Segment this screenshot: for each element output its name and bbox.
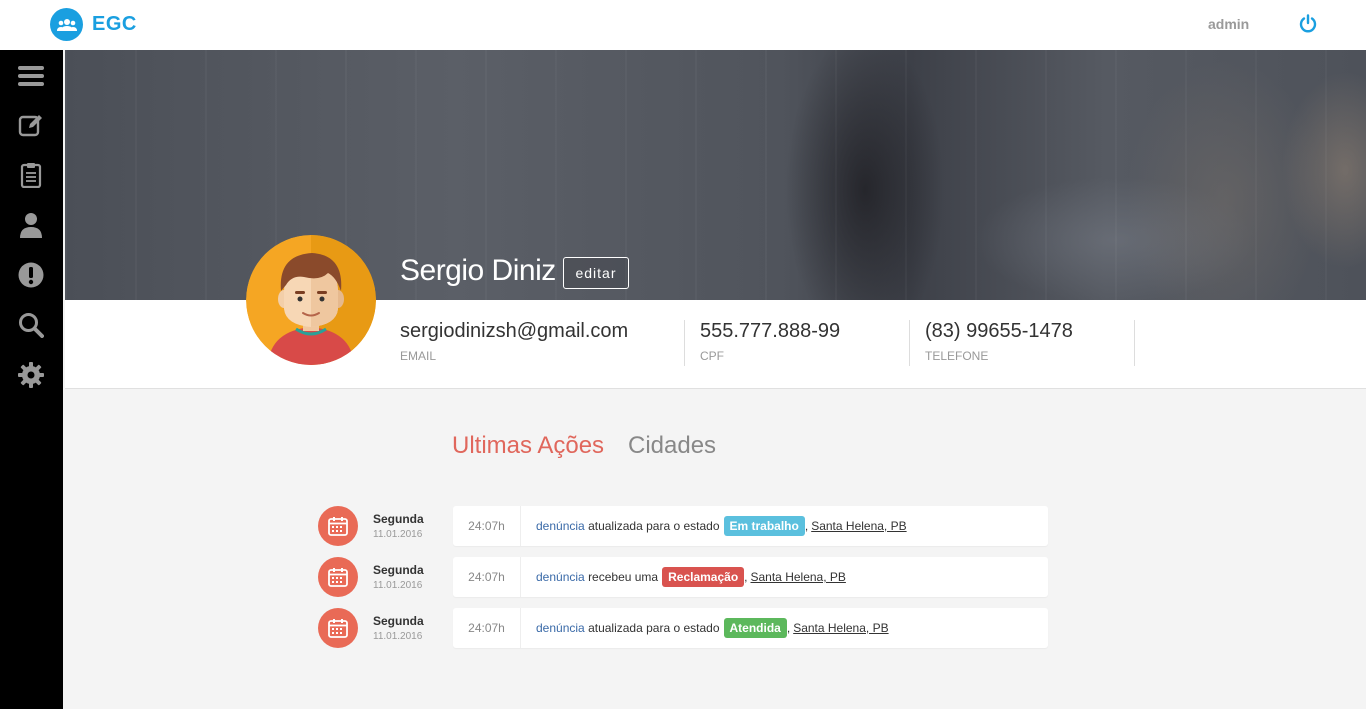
exclamation-icon[interactable] xyxy=(17,261,45,289)
email-value[interactable]: sergiodinizsh@gmail.com xyxy=(400,320,628,343)
timeline-card: 24:07h denúncia recebeu uma Reclamação, S… xyxy=(453,557,1048,597)
cpf-label: CPF xyxy=(700,349,724,363)
timeline-date: 11.01.2016 xyxy=(373,580,423,591)
users-icon xyxy=(50,8,83,41)
tab-ultimas-acoes[interactable]: Ultimas Ações xyxy=(452,432,604,460)
divider xyxy=(909,320,910,366)
top-bar: EGC admin xyxy=(0,0,1366,50)
timeline-date: 11.01.2016 xyxy=(373,631,423,642)
clipboard-icon[interactable] xyxy=(17,161,45,189)
status-badge: Reclamação xyxy=(662,567,745,587)
timeline-time: 24:07h xyxy=(453,557,521,597)
avatar xyxy=(246,235,376,365)
search-icon[interactable] xyxy=(17,311,45,339)
timeline-card: 24:07h denúncia atualizada para o estado… xyxy=(453,608,1048,648)
email-field: sergiodinizsh@gmail.com EMAIL xyxy=(400,320,628,363)
calendar-icon xyxy=(318,608,358,648)
user-icon[interactable] xyxy=(17,211,45,239)
phone-label: TELEFONE xyxy=(925,349,989,363)
edit-icon[interactable] xyxy=(17,111,45,139)
timeline-day: Segunda xyxy=(373,563,424,577)
power-icon[interactable] xyxy=(1298,14,1318,34)
timeline-message: denúncia atualizada para o estado Em tra… xyxy=(536,506,907,546)
timeline-item: Segunda 11.01.2016 24:07h denúncia receb… xyxy=(318,557,1048,597)
hamburger-icon[interactable] xyxy=(17,62,45,90)
tab-cidades[interactable]: Cidades xyxy=(628,432,716,460)
timeline-item: Segunda 11.01.2016 24:07h denúncia atual… xyxy=(318,506,1048,546)
place-link[interactable]: Santa Helena, PB xyxy=(751,570,846,584)
timeline-text: recebeu uma xyxy=(588,570,659,584)
place-link[interactable]: Santa Helena, PB xyxy=(793,621,888,635)
email-label: EMAIL xyxy=(400,349,437,363)
gear-icon[interactable] xyxy=(17,361,45,389)
timeline-text: atualizada para o estado xyxy=(588,621,720,635)
divider xyxy=(1134,320,1135,366)
brand[interactable]: EGC xyxy=(50,8,137,41)
phone-value[interactable]: (83) 99655-1478 xyxy=(925,320,1073,343)
timeline-card: 24:07h denúncia atualizada para o estado… xyxy=(453,506,1048,546)
place-link[interactable]: Santa Helena, PB xyxy=(811,519,906,533)
profile-name: Sergio Diniz xyxy=(400,254,556,287)
edit-profile-button[interactable]: editar xyxy=(563,257,629,289)
timeline-time: 24:07h xyxy=(453,608,521,648)
cpf-value[interactable]: 555.777.888-99 xyxy=(700,320,840,343)
timeline-date: 11.01.2016 xyxy=(373,529,423,540)
denuncia-link[interactable]: denúncia xyxy=(536,519,585,533)
calendar-icon xyxy=(318,506,358,546)
timeline-message: denúncia atualizada para o estado Atendi… xyxy=(536,608,889,648)
denuncia-link[interactable]: denúncia xyxy=(536,621,585,635)
brand-name: EGC xyxy=(92,13,137,35)
timeline-day: Segunda xyxy=(373,614,424,628)
cpf-field: 555.777.888-99 CPF xyxy=(700,320,840,363)
phone-field: (83) 99655-1478 TELEFONE xyxy=(925,320,1073,363)
timeline-text: atualizada para o estado xyxy=(588,519,720,533)
user-name[interactable]: admin xyxy=(1208,16,1249,32)
calendar-icon xyxy=(318,557,358,597)
timeline-time: 24:07h xyxy=(453,506,521,546)
sidebar xyxy=(0,50,63,709)
timeline-item: Segunda 11.01.2016 24:07h denúncia atual… xyxy=(318,608,1048,648)
status-badge: Em trabalho xyxy=(723,516,805,536)
status-badge: Atendida xyxy=(723,618,787,638)
timeline-day: Segunda xyxy=(373,512,424,526)
divider xyxy=(684,320,685,366)
denuncia-link[interactable]: denúncia xyxy=(536,570,585,584)
timeline-message: denúncia recebeu uma Reclamação, Santa He… xyxy=(536,557,846,597)
